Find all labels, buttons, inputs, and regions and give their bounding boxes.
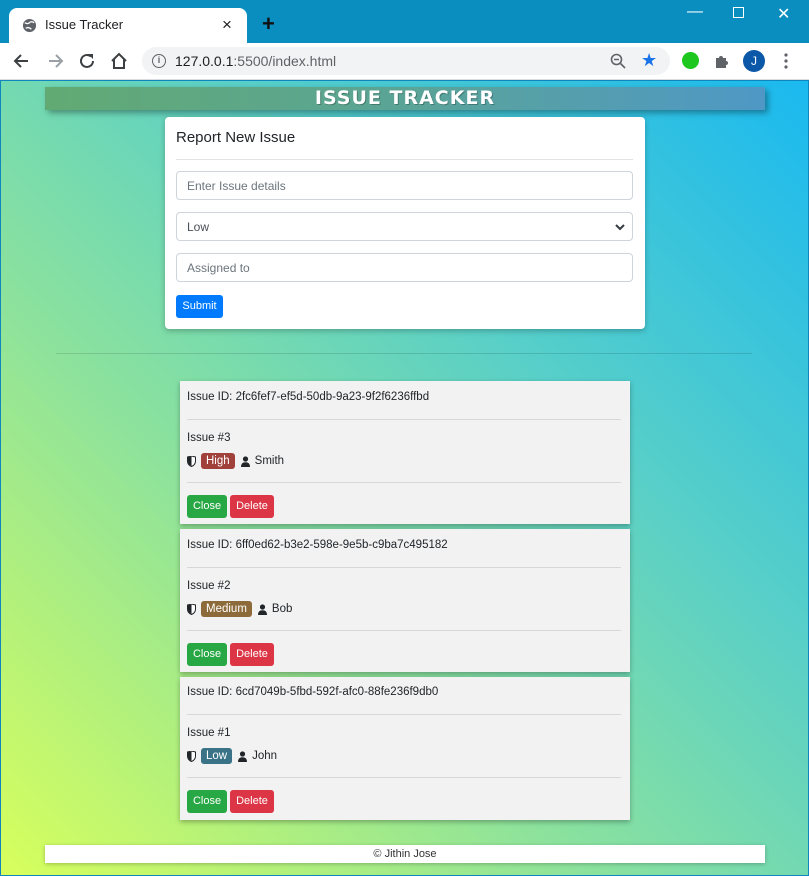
close-window-icon[interactable]: ✕ [777, 4, 790, 24]
close-issue-button[interactable]: Close [187, 643, 227, 666]
severity-selected-value: Low [187, 220, 210, 234]
home-icon[interactable] [109, 51, 129, 71]
divider [187, 482, 621, 483]
issue-meta: High Smith [187, 453, 284, 469]
user-icon [238, 750, 248, 762]
assigned-to-placeholder: Assigned to [187, 261, 250, 275]
severity-badge: High [201, 453, 235, 469]
severity-select[interactable]: Low [176, 212, 633, 241]
shield-icon [187, 603, 196, 615]
issue-id: Issue ID: 6cd7049b-5fbd-592f-afc0-88fe23… [187, 686, 439, 698]
shield-icon [187, 750, 196, 762]
assignee-name: Bob [271, 603, 293, 615]
section-divider [56, 353, 752, 354]
issue-id: Issue ID: 6ff0ed62-b3e2-598e-9e5b-c9ba7c… [187, 539, 448, 551]
issue-number: Issue #1 [187, 727, 231, 739]
issue-meta: Medium Bob [187, 601, 292, 617]
url-text: 127.0.0.1:5500/index.html [175, 53, 337, 69]
minimize-window-icon[interactable]: — [687, 3, 703, 21]
page-viewport: ISSUE TRACKER Report New Issue Enter Iss… [1, 81, 808, 875]
bookmark-star-icon[interactable]: ★ [641, 51, 657, 69]
issue-number: Issue #3 [187, 432, 231, 444]
assignee-name: John [252, 750, 278, 762]
severity-badge: Medium [201, 601, 252, 617]
app-header: ISSUE TRACKER [45, 87, 765, 110]
close-tab-icon[interactable]: × [222, 16, 232, 33]
tab-title: Issue Tracker [45, 17, 124, 32]
issue-meta: Low John [187, 748, 277, 764]
issue-card: Issue ID: 6cd7049b-5fbd-592f-afc0-88fe23… [180, 677, 630, 820]
assigned-to-input[interactable]: Assigned to [176, 253, 633, 282]
browser-menu-icon[interactable] [784, 51, 788, 71]
delete-issue-button[interactable]: Delete [230, 790, 274, 813]
issue-card: Issue ID: 6ff0ed62-b3e2-598e-9e5b-c9ba7c… [180, 529, 630, 672]
issue-card: Issue ID: 2fc6fef7-ef5d-50db-9a23-9f2f62… [180, 381, 630, 524]
delete-issue-button[interactable]: Delete [230, 643, 274, 666]
new-tab-icon[interactable]: + [262, 13, 275, 35]
extensions-puzzle-icon[interactable] [713, 52, 731, 70]
address-bar[interactable]: i 127.0.0.1:5500/index.html ★ [142, 47, 670, 75]
issue-number: Issue #2 [187, 580, 231, 592]
page-footer: © Jithin Jose [45, 845, 765, 863]
zoom-out-icon[interactable] [610, 53, 626, 69]
close-issue-button[interactable]: Close [187, 495, 227, 518]
divider [187, 714, 621, 715]
issue-details-input[interactable]: Enter Issue details [176, 171, 633, 200]
assignee-name: Smith [254, 455, 285, 467]
back-arrow-icon[interactable] [12, 51, 32, 71]
browser-toolbar: i 127.0.0.1:5500/index.html ★ J [0, 43, 809, 80]
browser-titlebar: Issue Tracker × + — ✕ [0, 0, 809, 43]
chevron-down-icon [615, 224, 625, 231]
submit-button[interactable]: Submit [176, 295, 223, 318]
site-info-icon[interactable]: i [152, 54, 166, 68]
globe-icon [22, 18, 37, 33]
severity-badge: Low [201, 748, 233, 764]
divider [187, 630, 621, 631]
report-issue-card: Report New Issue Enter Issue details Low… [165, 117, 645, 329]
user-icon [257, 603, 267, 615]
divider [187, 777, 621, 778]
issue-details-placeholder: Enter Issue details [187, 179, 286, 193]
issue-id: Issue ID: 2fc6fef7-ef5d-50db-9a23-9f2f62… [187, 391, 430, 403]
report-card-title: Report New Issue [176, 129, 296, 146]
forward-arrow-icon[interactable] [45, 51, 65, 71]
reload-icon[interactable] [77, 51, 97, 71]
shield-icon [187, 455, 196, 467]
divider [176, 159, 633, 160]
app-title: ISSUE TRACKER [314, 87, 496, 109]
user-icon [240, 455, 250, 467]
maximize-window-icon[interactable] [733, 7, 744, 18]
divider [187, 567, 621, 568]
divider [187, 419, 621, 420]
delete-issue-button[interactable]: Delete [230, 495, 274, 518]
profile-avatar[interactable]: J [743, 50, 765, 72]
close-issue-button[interactable]: Close [187, 790, 227, 813]
browser-tab[interactable]: Issue Tracker × [9, 8, 247, 43]
extension-thumbs-up-icon[interactable] [682, 52, 699, 69]
